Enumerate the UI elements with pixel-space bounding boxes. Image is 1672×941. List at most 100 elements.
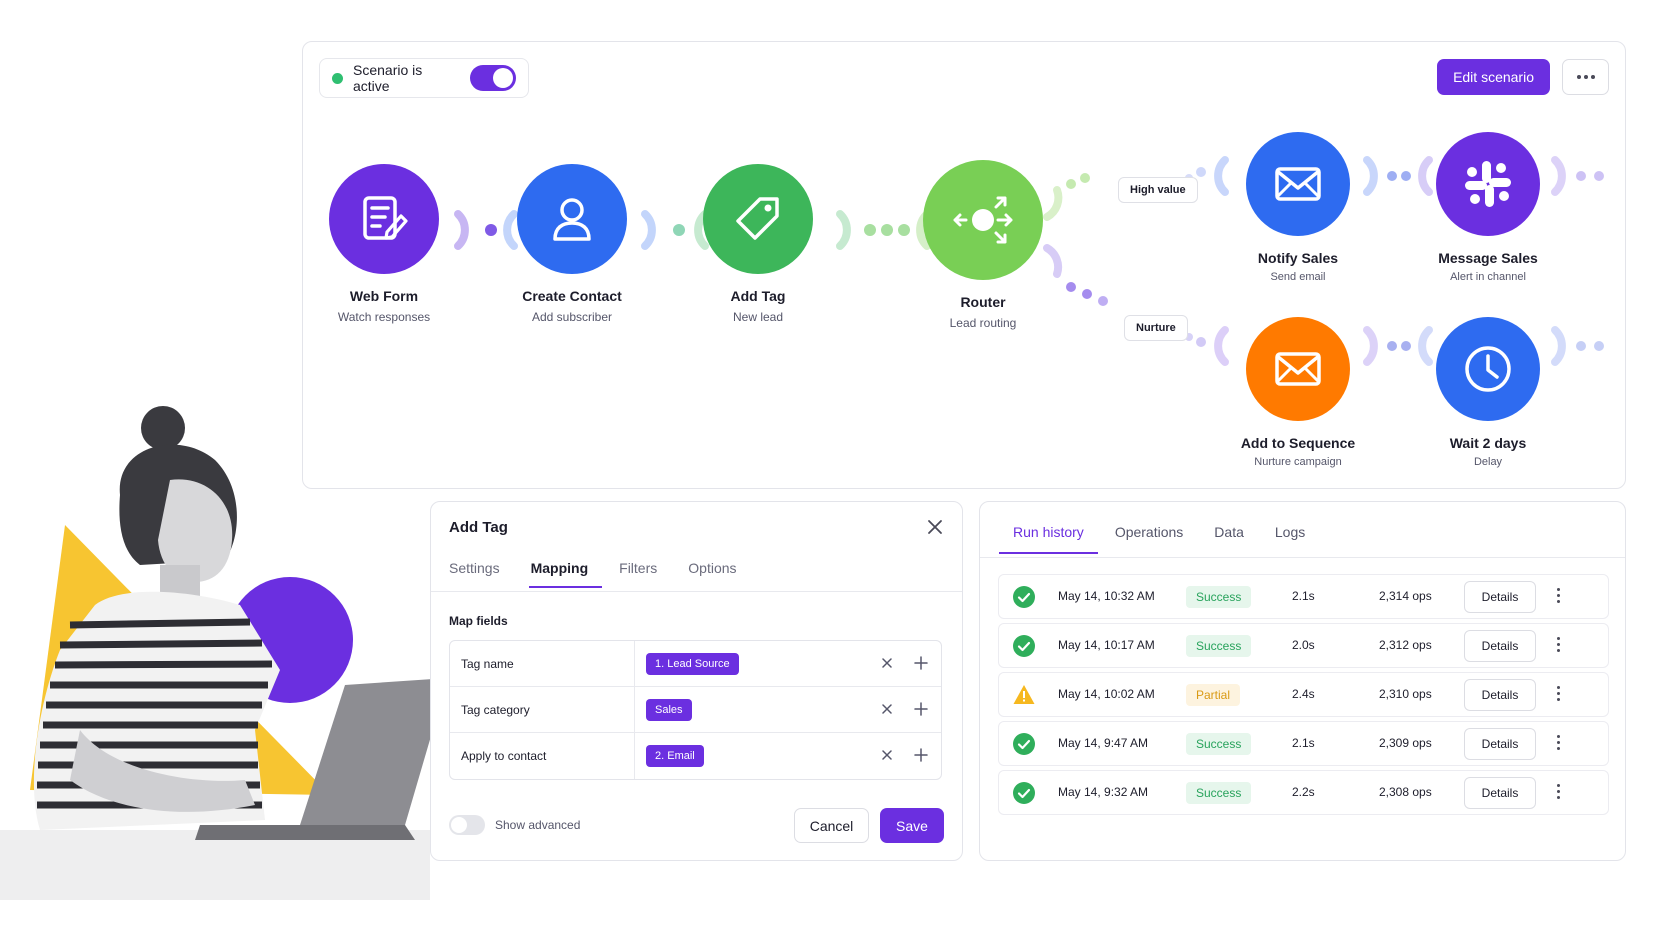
tab-mapping[interactable]: Mapping [528, 554, 602, 588]
row-menu-icon[interactable] [1557, 686, 1560, 701]
person-with-laptop-illustration [0, 406, 448, 900]
connector-dot [864, 224, 876, 236]
clear-icon[interactable] [881, 703, 893, 715]
add-icon[interactable] [914, 702, 928, 716]
module-wait-2-days[interactable]: Wait 2 days Delay [1428, 317, 1548, 468]
run-timestamp: May 14, 10:32 AM [1058, 589, 1155, 603]
connector-cap [836, 210, 851, 250]
module-subtitle: New lead [732, 310, 784, 324]
tabs-divider [431, 591, 962, 592]
module-message-sales[interactable]: Message Sales Alert in channel [1423, 132, 1553, 283]
create-contact-module-circle[interactable] [517, 164, 627, 274]
route-label-high-value[interactable]: High value [1118, 177, 1198, 203]
run-row[interactable]: May 14, 9:47 AM Success 2.1s 2,309 ops D… [998, 721, 1609, 766]
run-timestamp: May 14, 9:47 AM [1058, 736, 1149, 750]
tab-settings[interactable]: Settings [449, 554, 500, 588]
mapping-row: Apply to contact 2. Email [450, 733, 941, 779]
module-subtitle: Add subscriber [531, 310, 613, 324]
show-advanced-toggle[interactable] [449, 815, 485, 835]
details-button[interactable]: Details [1464, 581, 1536, 613]
module-web-form[interactable]: Web Form Watch responses [320, 164, 448, 324]
tab-operations[interactable]: Operations [1115, 524, 1183, 554]
clear-icon[interactable] [881, 749, 893, 761]
add-tag-panel: Add Tag Settings Mapping Filters Options… [430, 501, 963, 861]
router-module-circle[interactable] [923, 160, 1043, 280]
check-icon [1013, 733, 1035, 755]
run-row[interactable]: May 14, 10:17 AM Success 2.0s 2,312 ops … [998, 623, 1609, 668]
wait-module-circle[interactable] [1436, 317, 1540, 421]
mapping-field-value[interactable]: 1. Lead Source [635, 652, 941, 675]
add-icon[interactable] [914, 656, 928, 670]
module-notify-sales[interactable]: Notify Sales Send email [1238, 132, 1358, 283]
details-button[interactable]: Details [1464, 679, 1536, 711]
tab-data[interactable]: Data [1214, 524, 1244, 554]
tab-logs[interactable]: Logs [1275, 524, 1305, 554]
mapped-value-chip[interactable]: 2. Email [646, 745, 704, 767]
mapping-table: Tag name 1. Lead Source Tag category Sal… [449, 640, 942, 780]
warning-icon [1013, 685, 1035, 704]
connector-cap [1214, 156, 1229, 196]
tab-options[interactable]: Options [688, 554, 736, 588]
mapping-field-label: Tag name [450, 641, 635, 686]
status-badge: Success [1186, 586, 1252, 608]
save-button[interactable]: Save [880, 808, 944, 843]
message-sales-module-circle[interactable] [1436, 132, 1540, 236]
connector-cap [1551, 156, 1566, 196]
notify-sales-module-circle[interactable] [1246, 132, 1350, 236]
run-timestamp: May 14, 9:32 AM [1058, 785, 1149, 799]
route-label-nurture[interactable]: Nurture [1124, 315, 1188, 341]
run-ops-count: 2,312 ops [1379, 638, 1432, 652]
connector-dot [1401, 341, 1411, 351]
connector-dot [1576, 171, 1586, 181]
connector-cap [454, 210, 469, 250]
add-to-sequence-module-circle[interactable] [1246, 317, 1350, 421]
cancel-button[interactable]: Cancel [794, 808, 869, 843]
run-row[interactable]: May 14, 9:32 AM Success 2.2s 2,308 ops D… [998, 770, 1609, 815]
add-icon[interactable] [914, 748, 928, 762]
run-tabs: Run history Operations Data Logs [999, 524, 1336, 554]
mapped-value-chip[interactable]: Sales [646, 698, 692, 721]
row-menu-icon[interactable] [1557, 588, 1560, 603]
tabs-divider [980, 557, 1625, 558]
tab-run-history[interactable]: Run history [999, 524, 1098, 554]
mapping-field-value[interactable]: 2. Email [635, 745, 941, 767]
status-badge: Success [1186, 635, 1252, 657]
connector-dot [881, 224, 893, 236]
module-router[interactable]: Router Lead routing [923, 160, 1043, 330]
run-history-panel: Run history Operations Data Logs May 14,… [979, 501, 1626, 861]
clear-icon[interactable] [881, 657, 893, 669]
run-duration: 2.2s [1292, 785, 1315, 799]
mail-icon [1275, 167, 1321, 201]
close-icon[interactable] [926, 518, 944, 536]
row-menu-icon[interactable] [1557, 735, 1560, 750]
details-button[interactable]: Details [1464, 728, 1536, 760]
tag-icon [736, 197, 779, 240]
module-subtitle: Nurture campaign [1254, 456, 1342, 468]
module-add-tag[interactable]: Add Tag New lead [698, 164, 818, 324]
run-duration: 2.1s [1292, 589, 1315, 603]
details-button[interactable]: Details [1464, 630, 1536, 662]
add-tag-module-circle[interactable] [703, 164, 813, 274]
run-row[interactable]: May 14, 10:02 AM Partial 2.4s 2,310 ops … [998, 672, 1609, 717]
laptop-screen [300, 678, 448, 825]
run-timestamp: May 14, 10:17 AM [1058, 638, 1155, 652]
section-label: Map fields [449, 614, 508, 628]
module-title: Router [960, 294, 1006, 310]
connector-cap [1214, 326, 1229, 366]
details-button[interactable]: Details [1464, 777, 1536, 809]
module-add-to-sequence[interactable]: Add to Sequence Nurture campaign [1228, 317, 1368, 468]
run-row[interactable]: May 14, 10:32 AM Success 2.1s 2,314 ops … [998, 574, 1609, 619]
connector-dot [1594, 171, 1604, 181]
module-title: Add Tag [730, 288, 786, 304]
connector-dot [1594, 341, 1604, 351]
mapping-field-value[interactable]: Sales [635, 698, 941, 721]
web-form-module-circle[interactable] [329, 164, 439, 274]
mapped-value-chip[interactable]: 1. Lead Source [646, 652, 739, 675]
show-advanced-label: Show advanced [495, 818, 581, 832]
row-menu-icon[interactable] [1557, 637, 1560, 652]
connector-dot [1098, 296, 1108, 306]
module-subtitle: Send email [1270, 271, 1326, 283]
row-menu-icon[interactable] [1557, 784, 1560, 799]
module-create-contact[interactable]: Create Contact Add subscriber [503, 164, 641, 324]
tab-filters[interactable]: Filters [619, 554, 657, 588]
